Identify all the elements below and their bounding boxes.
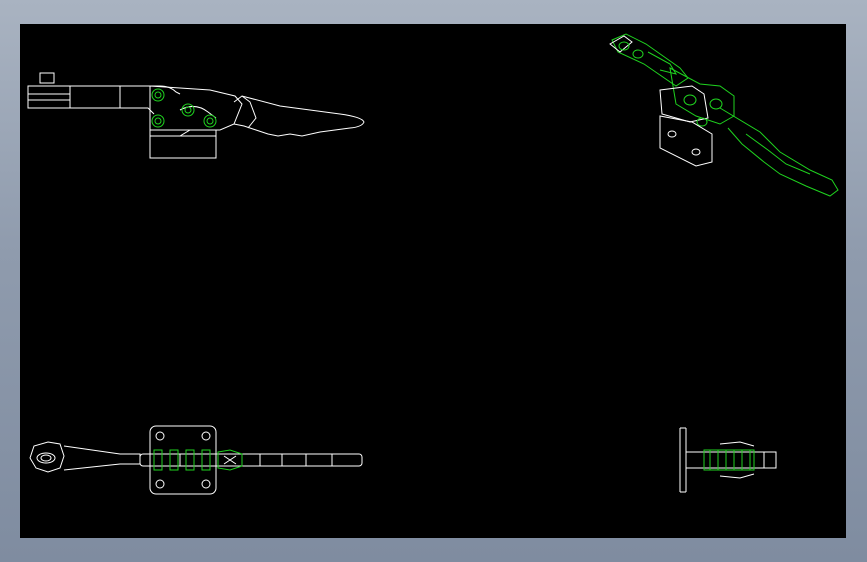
mount-hole [155, 431, 165, 441]
mount-hole [155, 479, 165, 489]
iso-mount-hole [667, 130, 677, 138]
side-view[interactable] [679, 427, 777, 493]
clevis-head [39, 72, 55, 84]
pivot-pin-core [154, 117, 162, 125]
iso-mount-hole [691, 148, 701, 156]
bolt [153, 449, 163, 471]
iso-pin [632, 49, 644, 59]
drawing-canvas[interactable] [20, 24, 846, 538]
mount-hole [201, 431, 211, 441]
isometric-view[interactable] [609, 33, 839, 197]
handle-grip-line [241, 95, 257, 129]
iso-handle [719, 107, 839, 197]
pivot-pin-core [184, 106, 192, 114]
mount-hole [201, 479, 211, 489]
pivot-pin [151, 114, 165, 128]
eye-outline [29, 441, 65, 473]
clevis-body [27, 85, 71, 109]
handle [233, 95, 365, 137]
pivot-pin-core [154, 91, 162, 99]
iso-linkage [669, 67, 735, 125]
mount-plate [149, 425, 217, 495]
top-view[interactable] [29, 425, 363, 495]
bolt [185, 449, 195, 471]
cad-drawing [27, 33, 839, 495]
side-spring [703, 449, 755, 471]
iso-handle-grip [745, 133, 811, 175]
joint-cross [223, 455, 237, 465]
bolt [201, 449, 211, 471]
iso-base [659, 115, 713, 167]
pivot-pin [181, 103, 195, 117]
rod-taper [63, 445, 141, 471]
pivot-pin [203, 114, 217, 128]
front-view[interactable] [27, 72, 365, 159]
side-body [685, 451, 777, 469]
arm-bottom-edge [70, 107, 155, 115]
iso-pivot [683, 94, 697, 106]
bolt [169, 449, 179, 471]
pivot-pin [151, 88, 165, 102]
iso-body [659, 85, 709, 123]
pivot-pin-core [206, 117, 214, 125]
iso-pivot [709, 98, 723, 110]
main-rod [139, 453, 363, 467]
side-links [719, 441, 755, 479]
eye-hole-inner [40, 454, 52, 462]
